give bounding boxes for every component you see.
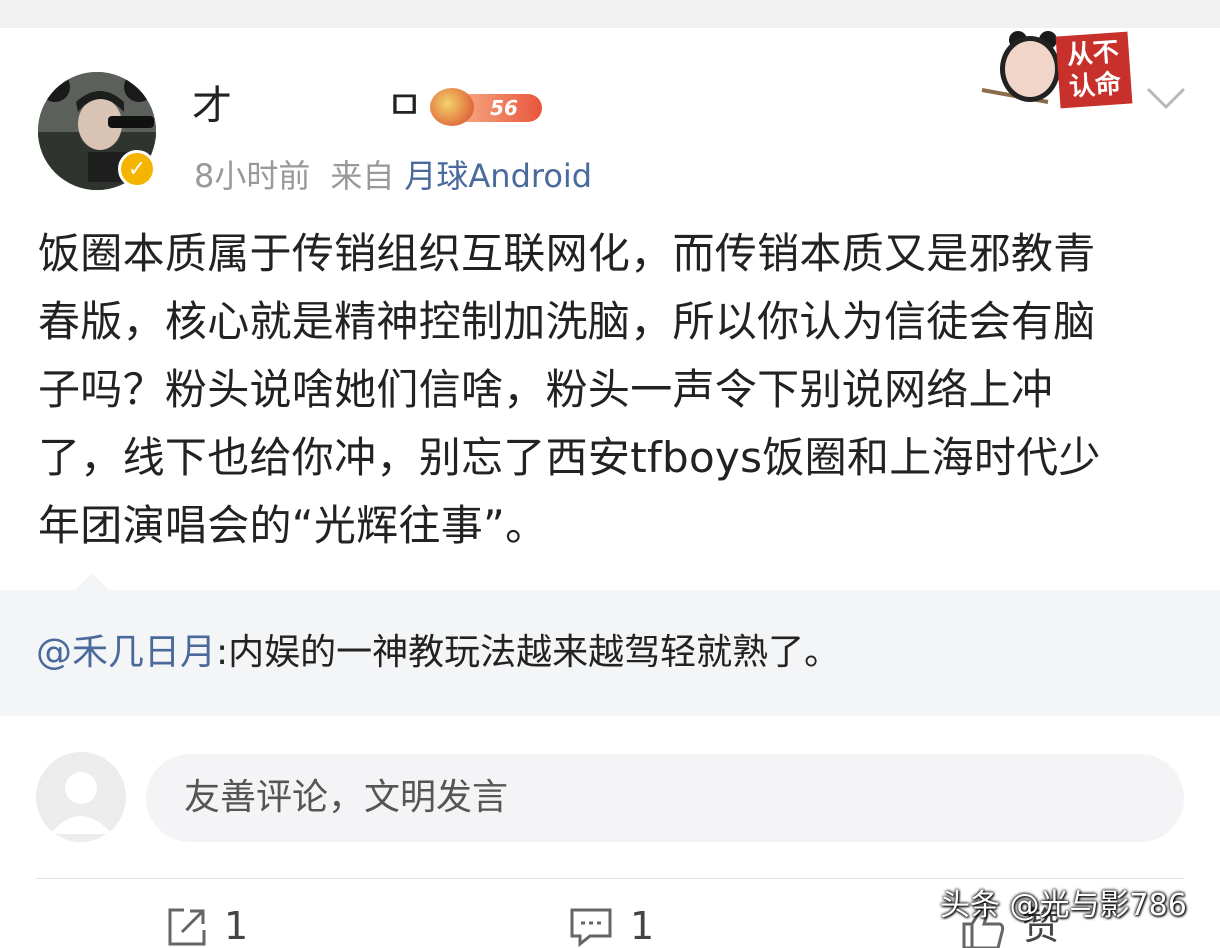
repost-mention-link[interactable]: @禾几日月 xyxy=(36,632,216,673)
comment-placeholder: 友善评论，文明发言 xyxy=(184,777,509,818)
comment-icon xyxy=(570,908,612,948)
post-from-label: 来自 xyxy=(330,157,395,195)
top-strip xyxy=(0,0,1220,28)
current-user-avatar xyxy=(36,752,126,842)
post-body-line: 春版，核心就是精神控制加洗脑，所以你认为信徒会有脑 xyxy=(38,297,1096,346)
username-fragment: 才 xyxy=(192,83,232,129)
source-watermark: 头条 @光与影786 xyxy=(940,888,1187,923)
post-body-line: 年团演唱会的“光辉往事”。 xyxy=(38,501,548,550)
post-body-line: 子吗？粉头说啥她们信啥，粉头一声令下别说网络上冲 xyxy=(38,365,1054,414)
post-source-link[interactable]: 月球Android xyxy=(404,157,592,195)
post-body: 饭圈本质属于传销组织互联网化，而传销本质又是邪教青 春版，核心就是精神控制加洗脑… xyxy=(38,220,1188,560)
sticker-character-icon xyxy=(1000,36,1060,102)
default-avatar-icon xyxy=(50,772,112,834)
sticker-text: 从不认命 xyxy=(1055,31,1133,109)
username-fragment: ㅁ xyxy=(386,83,423,129)
post-body-line: 饭圈本质属于传销组织互联网化，而传销本质又是邪教青 xyxy=(38,229,1096,278)
repost-content: @禾几日月:内娱的一神教玩法越来越驾轻就熟了。 xyxy=(36,628,840,678)
card-decoration-sticker: 从不认命 xyxy=(978,30,1134,110)
avatar-ear-decoration xyxy=(124,72,154,102)
share-icon xyxy=(168,908,206,946)
share-count: 1 xyxy=(224,904,249,948)
chevron-down-icon[interactable] xyxy=(1146,86,1186,112)
dragon-icon xyxy=(430,88,474,126)
comment-button[interactable]: 1 xyxy=(568,904,654,948)
comment-input[interactable]: 友善评论，文明发言 xyxy=(146,754,1184,842)
share-button[interactable]: 1 xyxy=(164,904,248,948)
post-body-line: 了，线下也给你冲，别忘了西安tfboys饭圈和上海时代少 xyxy=(38,433,1101,482)
verified-badge-icon: ✓ xyxy=(118,150,156,188)
author-username[interactable]: 才 ㅁ xyxy=(192,80,423,130)
user-level-badge: 56 xyxy=(430,88,542,126)
post-time: 8小时前 xyxy=(194,157,311,195)
avatar-ear-decoration xyxy=(40,72,70,102)
comment-count: 1 xyxy=(630,904,655,948)
repost-text: :内娱的一神教玩法越来越驾轻就熟了。 xyxy=(216,632,841,673)
action-divider xyxy=(36,878,1184,879)
post-meta: 8小时前 来自 月球Android xyxy=(194,154,612,198)
